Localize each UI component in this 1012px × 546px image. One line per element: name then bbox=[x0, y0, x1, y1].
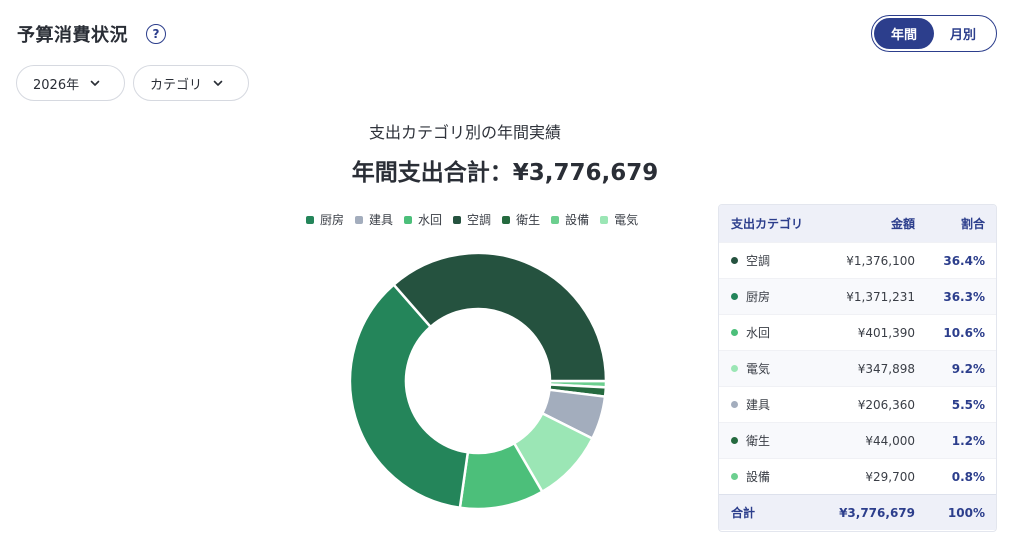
legend-label: 水回 bbox=[418, 213, 443, 227]
row-ratio: 0.8% bbox=[951, 469, 985, 484]
legend-label: 電気 bbox=[614, 213, 639, 227]
row-ratio: 36.4% bbox=[943, 253, 985, 268]
legend-swatch bbox=[306, 215, 314, 224]
legend-item[interactable]: 衛生 bbox=[502, 211, 540, 228]
toggle-annual-button[interactable]: 年間 bbox=[874, 18, 934, 49]
row-category-label: 水回 bbox=[746, 326, 771, 340]
row-amount: ¥401,390 bbox=[857, 325, 915, 340]
row-amount: ¥29,700 bbox=[865, 469, 915, 484]
legend-label: 厨房 bbox=[320, 213, 345, 227]
row-category-label: 衛生 bbox=[746, 434, 771, 448]
table-row: 厨房 ¥1,371,231 36.3% bbox=[719, 278, 996, 314]
row-category-label: 建具 bbox=[746, 398, 771, 412]
category-dot bbox=[731, 293, 738, 300]
row-amount: ¥1,371,231 bbox=[846, 289, 915, 304]
legend-label: 設備 bbox=[565, 213, 590, 227]
table-footer: 合計 ¥3,776,679 100% bbox=[719, 494, 996, 530]
row-category-label: 設備 bbox=[746, 470, 771, 484]
legend-item[interactable]: 空調 bbox=[453, 211, 491, 228]
legend-label: 建具 bbox=[369, 213, 394, 227]
table-body: 空調 ¥1,376,100 36.4% 厨房 ¥1,371,231 36.3% 水回 ¥401… bbox=[719, 242, 996, 494]
view-toggle: 年間 月別 bbox=[871, 15, 997, 52]
legend-swatch bbox=[453, 215, 462, 224]
footer-amount: ¥3,776,679 bbox=[839, 505, 915, 520]
row-category: 設備 bbox=[719, 468, 829, 485]
row-ratio: 36.3% bbox=[943, 289, 985, 304]
row-category-label: 厨房 bbox=[746, 290, 771, 304]
table-row: 建具 ¥206,360 5.5% bbox=[719, 386, 996, 422]
footer-ratio: 100% bbox=[947, 505, 985, 520]
toggle-monthly-button[interactable]: 月別 bbox=[934, 18, 992, 49]
table-header: 支出カテゴリ 金額 割合 bbox=[719, 205, 996, 242]
chevron-down-icon bbox=[213, 80, 223, 86]
chart-legend: 厨房 建具 水回 空調 衛生 設備 電気 bbox=[306, 211, 649, 228]
category-dot bbox=[731, 329, 738, 336]
row-amount: ¥44,000 bbox=[865, 433, 915, 448]
row-category: 厨房 bbox=[719, 288, 829, 305]
year-dropdown-label: 2026年 bbox=[33, 77, 80, 93]
chevron-down-icon bbox=[90, 80, 100, 86]
legend-label: 衛生 bbox=[516, 213, 541, 227]
chart-total: 年間支出合計：¥3,776,679 bbox=[351, 160, 659, 186]
row-ratio: 1.2% bbox=[951, 433, 985, 448]
category-dot bbox=[731, 437, 738, 444]
donut-slice-空調[interactable] bbox=[391, 251, 608, 383]
category-table: 支出カテゴリ 金額 割合 空調 ¥1,376,100 36.4% 厨房 ¥1,371,2… bbox=[718, 204, 997, 532]
table-row: 電気 ¥347,898 9.2% bbox=[719, 350, 996, 386]
legend-swatch bbox=[404, 215, 413, 224]
legend-swatch bbox=[600, 215, 609, 224]
row-amount: ¥347,898 bbox=[857, 361, 915, 376]
table-row: 衛生 ¥44,000 1.2% bbox=[719, 422, 996, 458]
header-ratio: 割合 bbox=[960, 217, 985, 231]
row-category: 水回 bbox=[719, 324, 829, 341]
donut-slice-厨房[interactable] bbox=[348, 282, 470, 510]
year-dropdown[interactable]: 2026年 bbox=[16, 65, 125, 101]
legend-swatch bbox=[355, 215, 364, 224]
row-category-label: 空調 bbox=[746, 254, 771, 268]
header-amount: 金額 bbox=[890, 217, 915, 231]
category-dot bbox=[731, 365, 738, 372]
legend-item[interactable]: 設備 bbox=[551, 211, 589, 228]
footer-label: 合計 bbox=[731, 506, 756, 520]
table-row: 設備 ¥29,700 0.8% bbox=[719, 458, 996, 494]
row-ratio: 9.2% bbox=[951, 361, 985, 376]
category-dot bbox=[731, 401, 738, 408]
legend-label: 空調 bbox=[467, 213, 492, 227]
row-ratio: 10.6% bbox=[943, 325, 985, 340]
page-title: 予算消費状況 bbox=[17, 25, 128, 46]
legend-swatch bbox=[502, 215, 511, 224]
row-ratio: 5.5% bbox=[951, 397, 985, 412]
row-amount: ¥1,376,100 bbox=[846, 253, 915, 268]
groupby-dropdown-label: カテゴリ bbox=[150, 77, 203, 93]
row-category: 電気 bbox=[719, 360, 829, 377]
legend-item[interactable]: 建具 bbox=[355, 211, 393, 228]
chart-title: 支出カテゴリ別の年間実績 bbox=[368, 123, 561, 142]
row-category-label: 電気 bbox=[746, 362, 771, 376]
legend-item[interactable]: 水回 bbox=[404, 211, 442, 228]
header-category: 支出カテゴリ bbox=[731, 217, 804, 231]
legend-swatch bbox=[551, 215, 560, 224]
table-row: 水回 ¥401,390 10.6% bbox=[719, 314, 996, 350]
table-row: 空調 ¥1,376,100 36.4% bbox=[719, 242, 996, 278]
help-icon[interactable]: ? bbox=[146, 24, 166, 44]
category-dot bbox=[731, 257, 738, 264]
row-category: 衛生 bbox=[719, 432, 829, 449]
legend-item[interactable]: 厨房 bbox=[306, 211, 344, 228]
legend-item[interactable]: 電気 bbox=[600, 211, 638, 228]
donut-chart bbox=[348, 251, 608, 511]
row-amount: ¥206,360 bbox=[857, 397, 915, 412]
category-dot bbox=[731, 473, 738, 480]
groupby-dropdown[interactable]: カテゴリ bbox=[133, 65, 249, 101]
row-category: 建具 bbox=[719, 396, 829, 413]
row-category: 空調 bbox=[719, 252, 829, 269]
